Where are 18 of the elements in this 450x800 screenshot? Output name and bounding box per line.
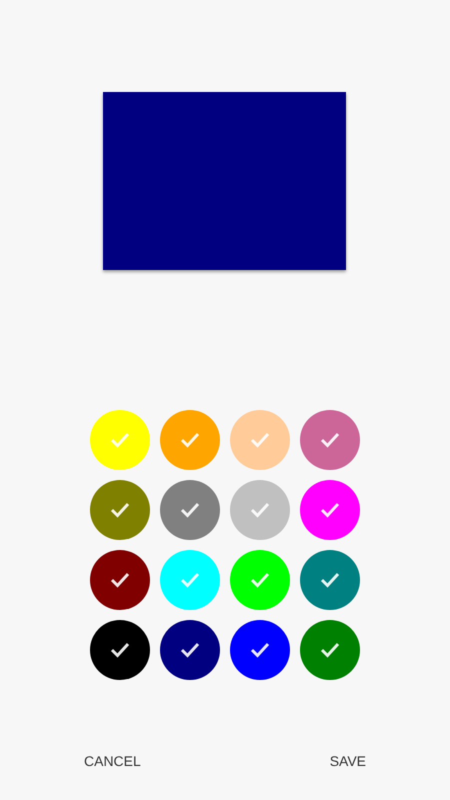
check-icon: [180, 432, 200, 448]
check-icon: [180, 502, 200, 518]
save-button[interactable]: SAVE: [316, 743, 380, 780]
check-icon: [250, 502, 270, 518]
check-icon: [180, 642, 200, 658]
check-icon: [320, 572, 340, 588]
check-icon: [250, 572, 270, 588]
check-icon: [110, 502, 130, 518]
check-icon: [180, 572, 200, 588]
check-icon: [110, 572, 130, 588]
check-icon: [250, 642, 270, 658]
check-icon: [250, 432, 270, 448]
check-icon: [110, 642, 130, 658]
check-icon: [110, 432, 130, 448]
cancel-button[interactable]: CANCEL: [70, 743, 155, 780]
check-icon: [320, 642, 340, 658]
check-icon: [320, 502, 340, 518]
check-icon: [320, 432, 340, 448]
